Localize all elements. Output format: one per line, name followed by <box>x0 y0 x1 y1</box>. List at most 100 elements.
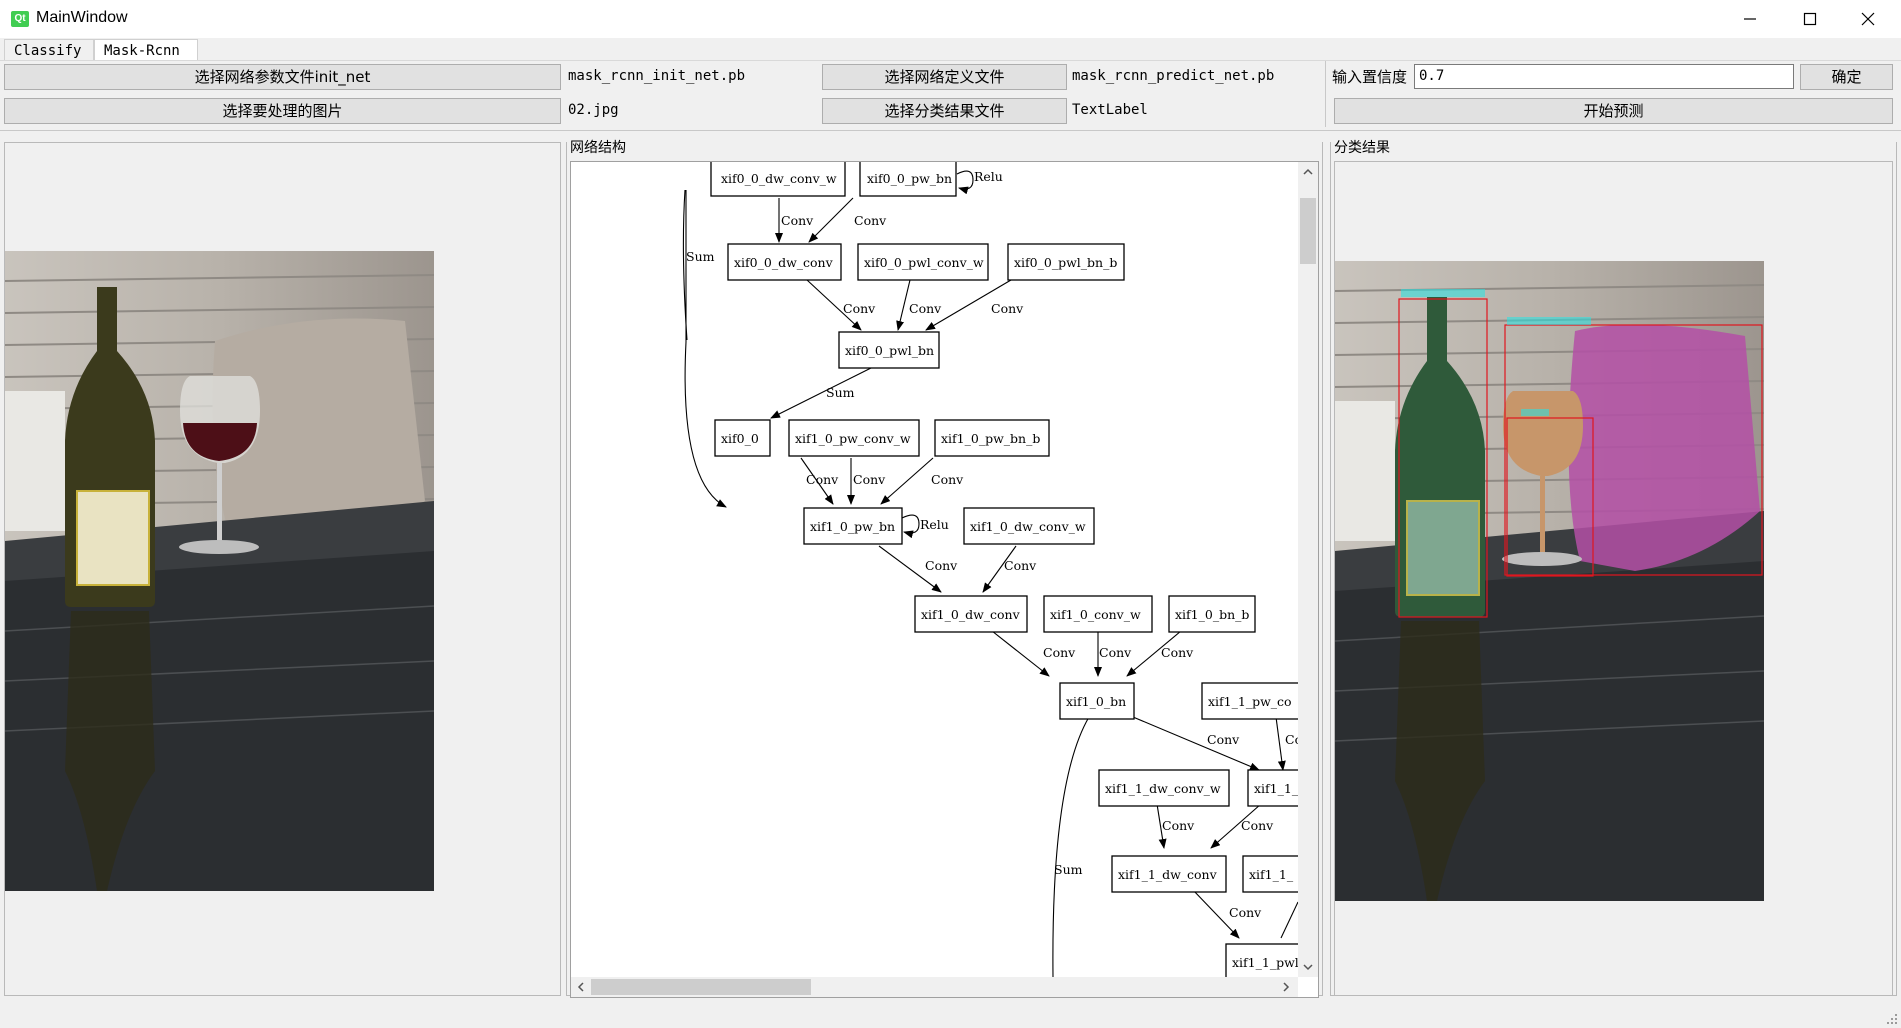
edge-label-sum: Sum <box>1054 862 1083 877</box>
edge-label-conv: Conv <box>1161 645 1194 660</box>
detection-caption-bottle <box>1401 289 1485 297</box>
svg-text:xif1_1_pw_co: xif1_1_pw_co <box>1208 694 1292 709</box>
graph-edge <box>1280 901 1298 939</box>
svg-text:xif1_0_pw_bn: xif1_0_pw_bn <box>810 519 895 534</box>
graph-node: xif0_0_pw_bn <box>859 162 957 197</box>
chevron-up-icon[interactable] <box>1303 167 1313 177</box>
input-image-panel <box>4 142 561 996</box>
chevron-left-icon[interactable] <box>576 982 586 992</box>
select-predict-net-button[interactable]: 选择网络定义文件 <box>822 64 1067 90</box>
maximize-button[interactable] <box>1782 0 1838 38</box>
graph-node: xif1_1_dw_conv <box>1111 855 1227 893</box>
select-init-net-button[interactable]: 选择网络参数文件init_net <box>4 64 561 90</box>
graph-edge <box>808 197 854 243</box>
select-image-button[interactable]: 选择要处理的图片 <box>4 98 561 124</box>
controls-divider <box>0 130 1901 131</box>
graph-node: xif1_1_ <box>1242 855 1298 893</box>
control-separator <box>1325 61 1326 127</box>
svg-text:xif0_0_pwl_bn_b: xif0_0_pwl_bn_b <box>1014 255 1117 270</box>
graph-edge <box>770 367 872 419</box>
graph-node: xif1_0_dw_conv <box>914 595 1028 633</box>
minimize-button[interactable] <box>1722 0 1778 38</box>
init-net-filename: mask_rcnn_init_net.pb <box>568 68 746 84</box>
edge-label-conv: Conv <box>925 558 958 573</box>
graph-edge <box>991 630 1050 677</box>
svg-text:xif1_0_pw_bn_b: xif1_0_pw_bn_b <box>941 431 1040 446</box>
confidence-input[interactable]: 0.7 <box>1414 64 1794 89</box>
vertical-scrollbar-thumb[interactable] <box>1300 198 1316 264</box>
svg-text:xif1_1_: xif1_1_ <box>1254 781 1298 796</box>
edge-label-conv-cut: Co <box>1285 732 1298 747</box>
select-result-file-button[interactable]: 选择分类结果文件 <box>822 98 1067 124</box>
graph-node: xif1_0_conv_w <box>1043 595 1153 633</box>
svg-text:xif1_1_pwl: xif1_1_pwl <box>1232 955 1298 970</box>
graph-node: xif0_0_pwl_conv_w <box>857 243 989 281</box>
edge-label-conv: Conv <box>991 301 1024 316</box>
edge-label-conv: Conv <box>909 301 942 316</box>
svg-text:xif0_0_dw_conv_w: xif0_0_dw_conv_w <box>721 171 837 186</box>
horizontal-scrollbar[interactable] <box>571 977 1298 997</box>
edge-label-conv: Conv <box>781 213 814 228</box>
window-title: MainWindow <box>36 9 128 26</box>
graph-node: xif1_0_pw_bn_b <box>934 419 1050 457</box>
edge-label-conv: Conv <box>1004 558 1037 573</box>
edge-label-relu: Relu <box>974 169 1003 184</box>
edge-label-conv: Conv <box>843 301 876 316</box>
graph-node: xif1_0_pw_conv_w <box>788 419 920 457</box>
svg-text:xif0_0_pwl_bn: xif0_0_pwl_bn <box>845 343 934 358</box>
svg-text:xif1_0_bn: xif1_0_bn <box>1066 694 1126 709</box>
network-graph-view[interactable]: Relu Conv Conv Sum Conv Conv Conv Sum Co… <box>570 161 1319 998</box>
title-bar: Qt MainWindow <box>0 0 1901 38</box>
graph-node: xif1_1_dw_conv_w <box>1098 769 1230 807</box>
edge-label-sum: Sum <box>686 249 715 264</box>
tab-divider <box>0 60 1901 61</box>
confirm-button[interactable]: 确定 <box>1800 64 1893 90</box>
graph-edge <box>1132 716 1260 771</box>
graph-edge-relu <box>956 170 974 195</box>
status-bar <box>0 1004 1901 1028</box>
result-file-label: TextLabel <box>1072 102 1148 118</box>
graph-node: xif1_1_pw_co <box>1201 682 1298 720</box>
chevron-down-icon[interactable] <box>1303 962 1313 972</box>
svg-text:xif0_0_dw_conv: xif0_0_dw_conv <box>734 255 834 270</box>
graph-edge <box>1275 716 1286 771</box>
edge-label-conv: Conv <box>931 472 964 487</box>
graph-node: xif1_0_bn_b <box>1168 595 1256 633</box>
graph-node: xif1_0_pw_bn <box>803 507 903 545</box>
predict-net-filename: mask_rcnn_predict_net.pb <box>1072 68 1275 84</box>
svg-text:xif1_1_dw_conv_w: xif1_1_dw_conv_w <box>1105 781 1221 796</box>
svg-text:xif1_1_dw_conv: xif1_1_dw_conv <box>1118 867 1218 882</box>
horizontal-scrollbar-thumb[interactable] <box>591 979 811 995</box>
input-image <box>5 251 434 891</box>
close-button[interactable] <box>1840 0 1896 38</box>
chevron-right-icon[interactable] <box>1281 982 1291 992</box>
size-grip-icon[interactable] <box>1886 1013 1898 1025</box>
result-image-frame <box>1334 161 1893 996</box>
graph-node: xif1_0_dw_conv_w <box>963 507 1095 545</box>
edge-label-relu: Relu <box>920 517 949 532</box>
edge-label-conv: Conv <box>853 472 886 487</box>
vertical-scrollbar[interactable] <box>1298 162 1318 977</box>
minimize-icon <box>1744 18 1756 20</box>
svg-text:xif0_0: xif0_0 <box>721 431 759 446</box>
network-graph: Relu Conv Conv Sum Conv Conv Conv Sum Co… <box>682 162 1298 977</box>
maximize-icon <box>1803 12 1817 26</box>
graph-node: xif0_0_dw_conv <box>727 243 842 281</box>
image-filename: 02.jpg <box>568 102 619 118</box>
detection-caption-glass <box>1521 409 1549 416</box>
edge-label-conv: Conv <box>1043 645 1076 660</box>
graph-node: xif0_0_pwl_bn <box>838 331 940 369</box>
svg-text:xif1_0_bn_b: xif1_0_bn_b <box>1175 607 1249 622</box>
edge-label-conv: Conv <box>1241 818 1274 833</box>
graph-edge-relu <box>901 514 920 539</box>
tab-classify[interactable]: Classify <box>4 39 94 61</box>
svg-text:xif1_0_dw_conv: xif1_0_dw_conv <box>921 607 1021 622</box>
start-predict-button[interactable]: 开始预测 <box>1334 98 1893 124</box>
edge-label-conv: Conv <box>1162 818 1195 833</box>
confidence-label: 输入置信度 <box>1332 68 1408 86</box>
graph-node: xif0_0_pwl_bn_b <box>1007 243 1125 281</box>
tab-mask-rcnn[interactable]: Mask-Rcnn <box>94 39 198 61</box>
svg-text:xif1_1_: xif1_1_ <box>1249 867 1294 882</box>
qt-logo-icon: Qt <box>11 11 29 27</box>
graph-node: xif0_0 <box>714 419 771 457</box>
